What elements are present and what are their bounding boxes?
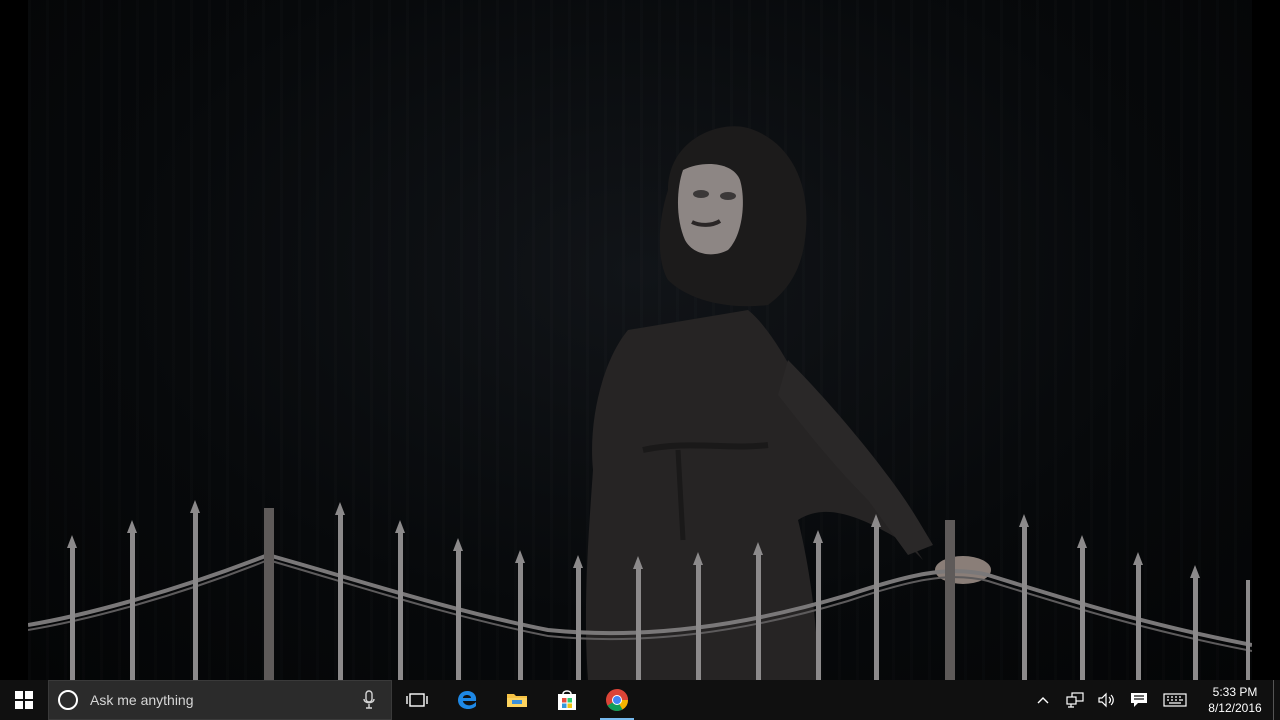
hooded-figure xyxy=(585,126,991,680)
clock-time: 5:33 PM xyxy=(1212,685,1258,699)
chrome-button[interactable] xyxy=(592,680,642,720)
windows-logo-icon xyxy=(15,691,33,709)
action-center-button[interactable] xyxy=(1123,680,1155,720)
chrome-icon xyxy=(606,689,628,711)
task-view-button[interactable] xyxy=(392,680,442,720)
clock[interactable]: 5:33 PM 8/12/2016 xyxy=(1201,684,1269,716)
show-hidden-icons-button[interactable] xyxy=(1027,680,1059,720)
microphone-icon[interactable] xyxy=(359,688,379,712)
start-button[interactable] xyxy=(0,680,48,720)
file-explorer-icon xyxy=(507,694,527,707)
notification-icon xyxy=(1131,693,1147,707)
stage-backdrop xyxy=(28,0,1252,680)
cortana-search-box[interactable]: Ask me anything xyxy=(48,680,392,720)
edge-button[interactable] xyxy=(442,680,492,720)
clock-date: 8/12/2016 xyxy=(1208,701,1262,715)
desktop-screen: Ask me anything 5:33 PM 8/12/2016 xyxy=(0,0,1280,720)
speaker-icon xyxy=(1098,692,1114,708)
edge-icon xyxy=(458,691,477,709)
touch-keyboard-button[interactable] xyxy=(1155,680,1195,720)
network-button[interactable] xyxy=(1059,680,1091,720)
task-view-icon xyxy=(406,693,428,707)
store-icon xyxy=(558,690,576,710)
chevron-up-icon xyxy=(1037,697,1049,704)
cortana-icon xyxy=(58,690,78,710)
taskbar: Ask me anything 5:33 PM 8/12/2016 xyxy=(0,680,1280,720)
store-button[interactable] xyxy=(542,680,592,720)
video-frame[interactable] xyxy=(0,0,1280,680)
keyboard-icon xyxy=(1163,693,1187,707)
network-icon xyxy=(1066,692,1084,708)
scene-illustration xyxy=(28,126,1252,680)
show-desktop-button[interactable] xyxy=(1273,680,1280,720)
search-placeholder: Ask me anything xyxy=(90,692,194,708)
volume-button[interactable] xyxy=(1091,680,1123,720)
system-tray: 5:33 PM 8/12/2016 xyxy=(1027,680,1280,720)
file-explorer-button[interactable] xyxy=(492,680,542,720)
